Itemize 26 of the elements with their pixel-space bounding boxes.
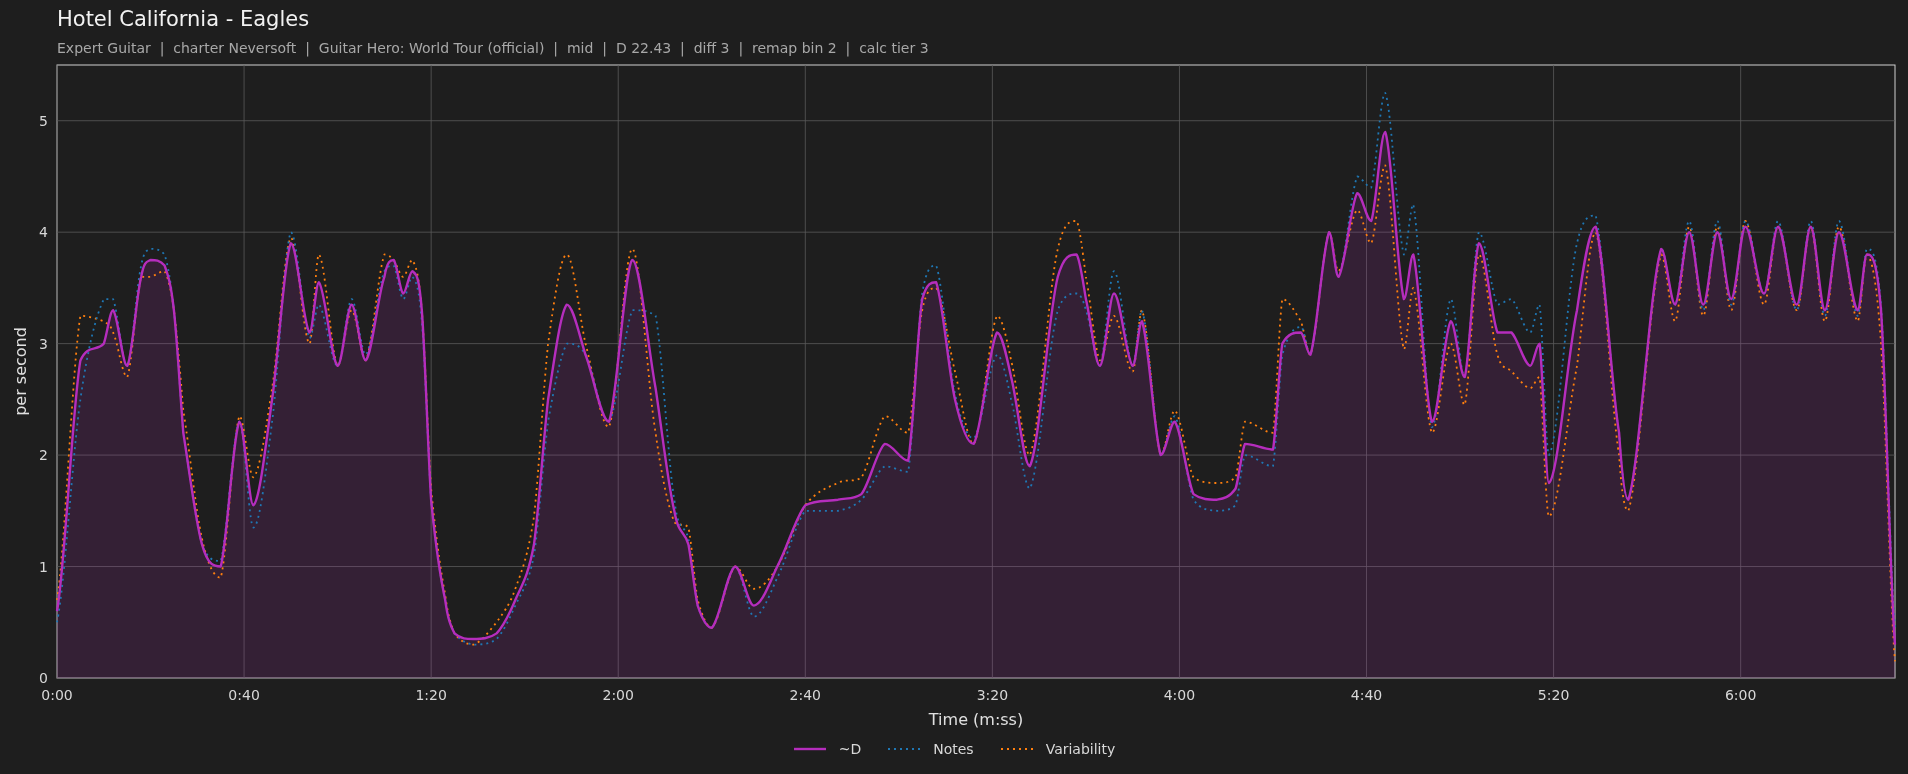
chart-title: Hotel California - Eagles (57, 7, 310, 31)
tick-label: 4:00 (1163, 687, 1196, 703)
tick-label: 6:00 (1724, 687, 1757, 703)
tick-label: 5:20 (1537, 687, 1570, 703)
axis-label: per second (11, 327, 30, 416)
tick-label: 2:00 (602, 687, 634, 703)
tick-label: 3 (39, 335, 48, 352)
axis-label: Time (m:ss) (928, 710, 1024, 729)
tick-label: 0:40 (228, 687, 260, 703)
line-sample-icon (999, 747, 1034, 751)
tick-label: 0 (39, 670, 48, 686)
tick-label: 5 (39, 112, 48, 129)
tick-label: 3:20 (976, 687, 1009, 703)
line-sample-icon (792, 747, 827, 751)
tick-label: 1 (39, 558, 48, 575)
tick-label: 4:40 (1350, 687, 1383, 703)
tick-label: 1:20 (415, 687, 447, 703)
tick-label: 0:00 (41, 687, 73, 703)
chart-subtitle: Expert Guitar | charter Neversoft | Guitar Hero: World Tour (official) | mid | D 22.43 | diff 3 | remap bin 2 | calc tier 3 (57, 40, 929, 56)
legend-label: ~D (838, 741, 862, 757)
legend-label: Variability (1045, 741, 1116, 757)
line-sample-icon (887, 747, 922, 751)
tick-label: 4 (39, 224, 48, 241)
tick-label: 2:40 (789, 687, 821, 703)
legend-label: Notes (933, 741, 974, 757)
tick-label: 2 (39, 447, 48, 464)
